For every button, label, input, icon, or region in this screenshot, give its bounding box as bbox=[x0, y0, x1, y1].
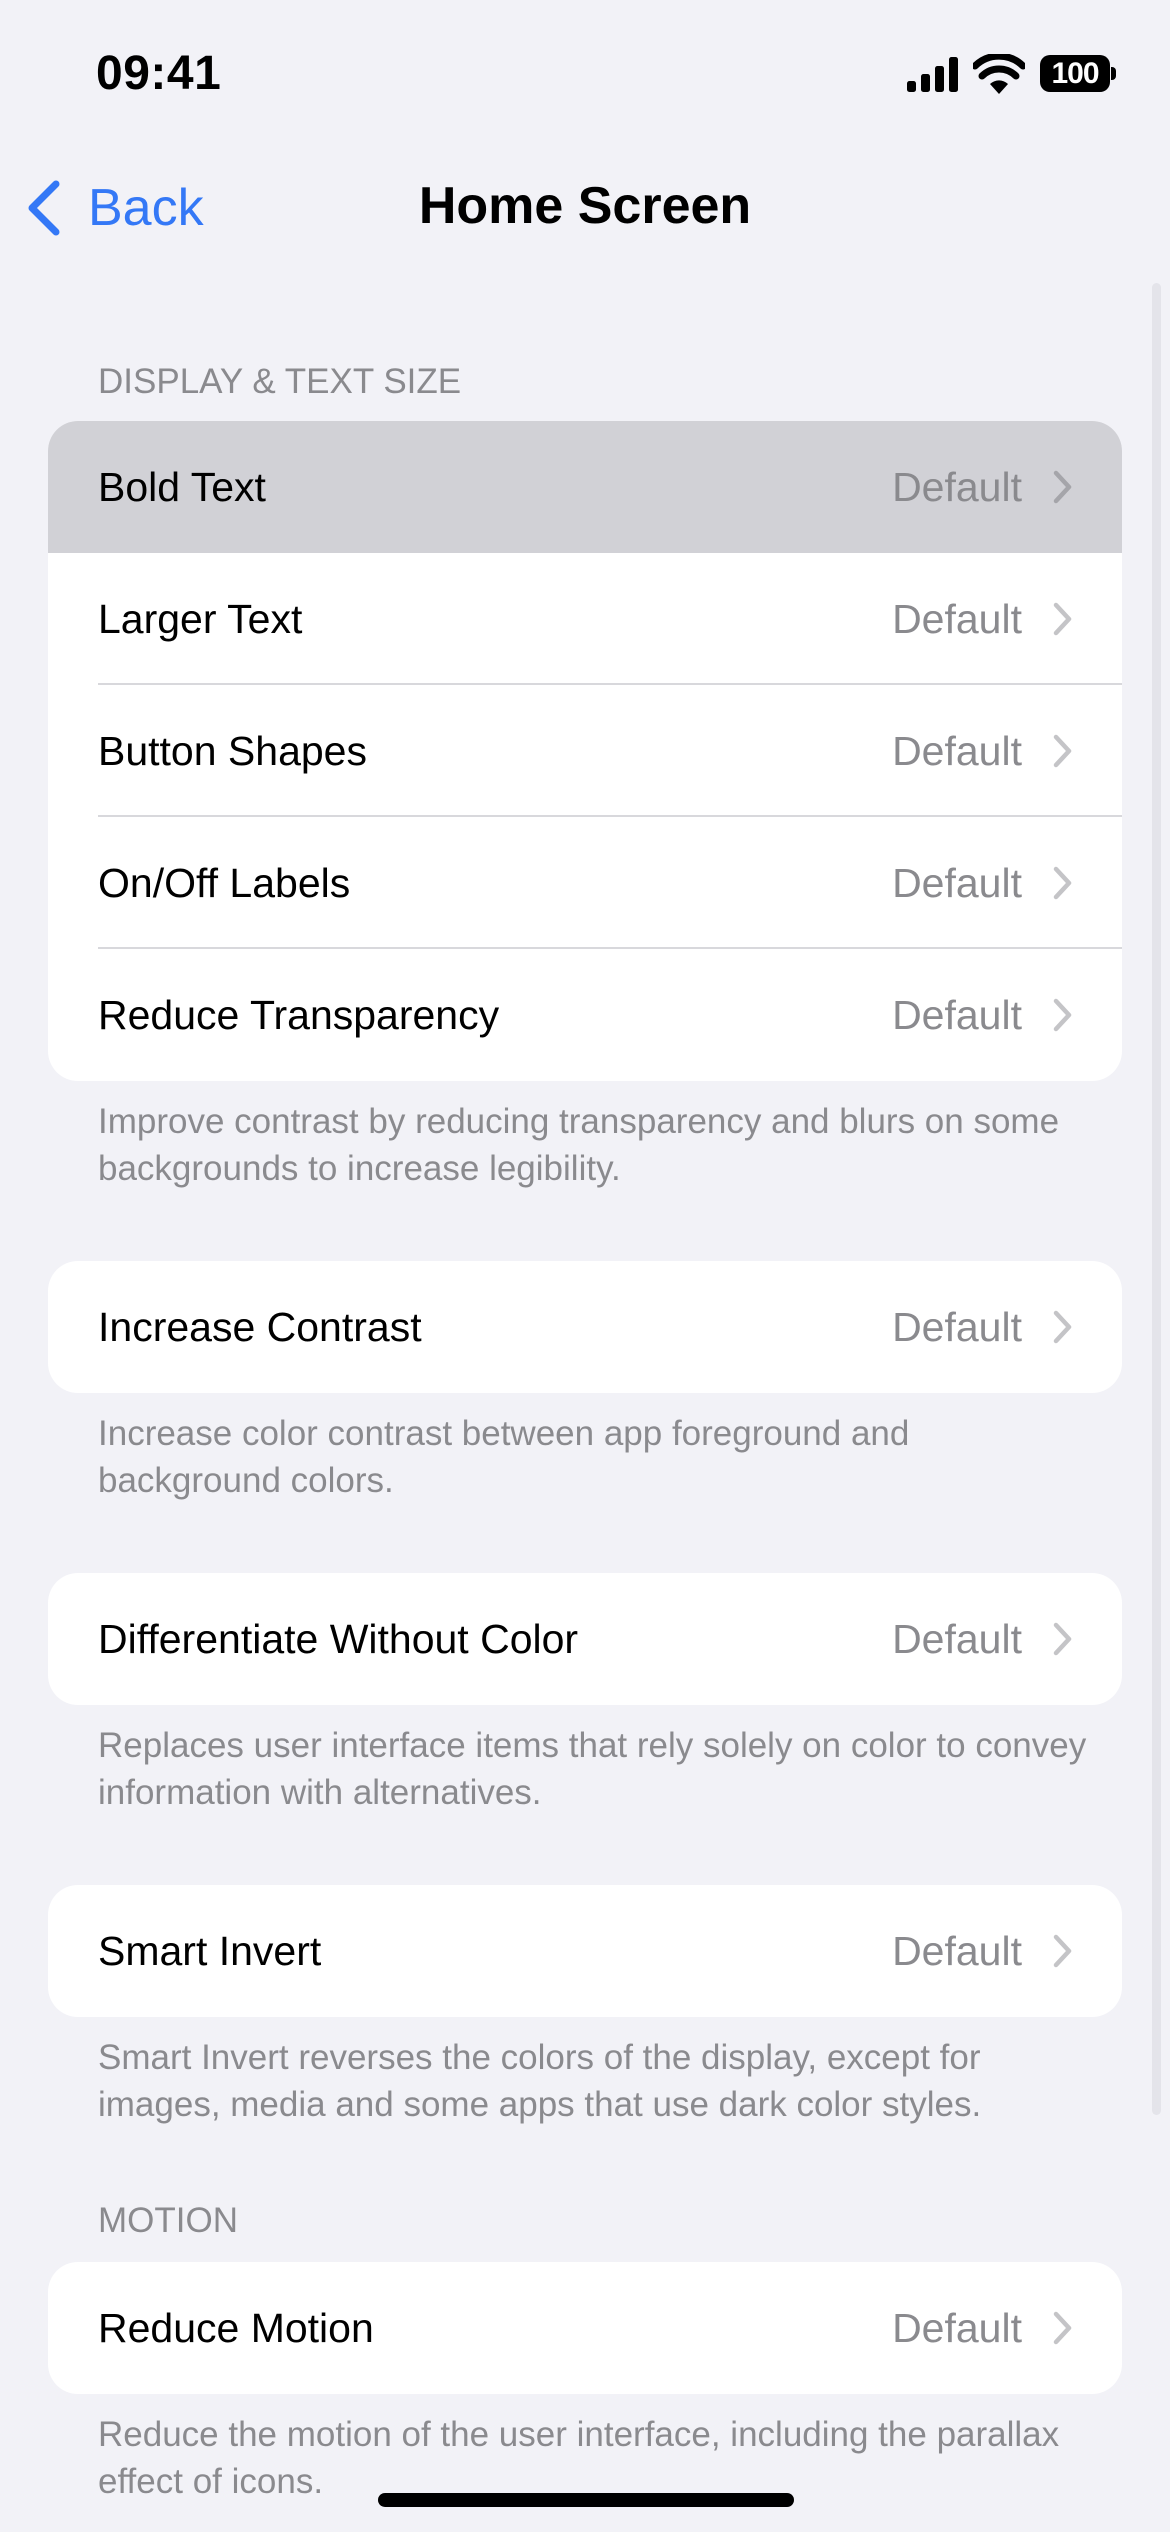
increase-contrast-group: Increase Contrast Default bbox=[48, 1261, 1122, 1393]
row-reduce-transparency[interactable]: Reduce Transparency Default bbox=[48, 949, 1122, 1081]
section-footer-differentiate-without-color: Replaces user interface items that rely … bbox=[98, 1726, 1087, 1812]
row-larger-text[interactable]: Larger Text Default bbox=[48, 553, 1122, 685]
row-label: On/Off Labels bbox=[98, 860, 351, 906]
chevron-right-icon bbox=[1053, 602, 1072, 636]
chevron-right-icon bbox=[1053, 470, 1072, 504]
row-value: Default bbox=[892, 596, 1022, 642]
section-footer-motion: Reduce the motion of the user interface,… bbox=[98, 2415, 1060, 2501]
differentiate-without-color-group: Differentiate Without Color Default bbox=[48, 1573, 1122, 1705]
row-value: Default bbox=[892, 464, 1022, 510]
chevron-right-icon bbox=[1053, 1310, 1072, 1344]
row-bold-text[interactable]: Bold Text Default bbox=[48, 421, 1122, 553]
battery-level: 100 bbox=[1040, 55, 1110, 92]
row-label: Reduce Transparency bbox=[98, 992, 500, 1038]
row-value: Default bbox=[892, 1928, 1022, 1974]
row-button-shapes[interactable]: Button Shapes Default bbox=[48, 685, 1122, 817]
row-value: Default bbox=[892, 992, 1022, 1038]
row-label: Smart Invert bbox=[98, 1928, 322, 1974]
row-reduce-motion[interactable]: Reduce Motion Default bbox=[48, 2262, 1122, 2394]
section-header-display-text-size: DISPLAY & TEXT SIZE bbox=[98, 362, 462, 401]
row-increase-contrast[interactable]: Increase Contrast Default bbox=[48, 1261, 1122, 1393]
row-value: Default bbox=[892, 860, 1022, 906]
status-time: 09:41 bbox=[96, 47, 222, 100]
row-value: Default bbox=[892, 2305, 1022, 2351]
chevron-right-icon bbox=[1053, 866, 1072, 900]
smart-invert-group: Smart Invert Default bbox=[48, 1885, 1122, 2017]
row-value: Default bbox=[892, 728, 1022, 774]
section-footer-smart-invert: Smart Invert reverses the colors of the … bbox=[98, 2038, 982, 2124]
battery-icon: 100 bbox=[1040, 55, 1116, 92]
row-smart-invert[interactable]: Smart Invert Default bbox=[48, 1885, 1122, 2017]
row-label: Reduce Motion bbox=[98, 2305, 374, 2351]
chevron-right-icon bbox=[1053, 1622, 1072, 1656]
row-label: Button Shapes bbox=[98, 728, 367, 774]
display-text-size-group: Bold Text Default Larger Text Default Bu… bbox=[48, 421, 1122, 1081]
chevron-right-icon bbox=[1053, 1934, 1072, 1968]
section-footer-increase-contrast: Increase color contrast between app fore… bbox=[98, 1414, 910, 1500]
row-label: Increase Contrast bbox=[98, 1304, 422, 1350]
row-on-off-labels[interactable]: On/Off Labels Default bbox=[48, 817, 1122, 949]
page-title: Home Screen bbox=[418, 177, 752, 235]
home-indicator[interactable] bbox=[378, 2493, 794, 2507]
motion-group: Reduce Motion Default bbox=[48, 2262, 1122, 2394]
chevron-right-icon bbox=[1053, 2311, 1072, 2345]
section-header-motion: MOTION bbox=[98, 2201, 238, 2240]
section-footer-display-text-size: Improve contrast by reducing transparenc… bbox=[98, 1102, 1060, 1188]
row-label: Differentiate Without Color bbox=[98, 1616, 579, 1662]
row-value: Default bbox=[892, 1304, 1022, 1350]
row-label: Bold Text bbox=[98, 464, 266, 510]
row-label: Larger Text bbox=[98, 596, 303, 642]
row-value: Default bbox=[892, 1616, 1022, 1662]
wifi-icon bbox=[973, 54, 1025, 94]
battery-cap bbox=[1111, 67, 1116, 80]
chevron-right-icon bbox=[1053, 734, 1072, 768]
cellular-signal-icon bbox=[907, 57, 958, 92]
row-differentiate-without-color[interactable]: Differentiate Without Color Default bbox=[48, 1573, 1122, 1705]
chevron-right-icon bbox=[1053, 998, 1072, 1032]
scrollbar[interactable] bbox=[1152, 283, 1161, 2115]
